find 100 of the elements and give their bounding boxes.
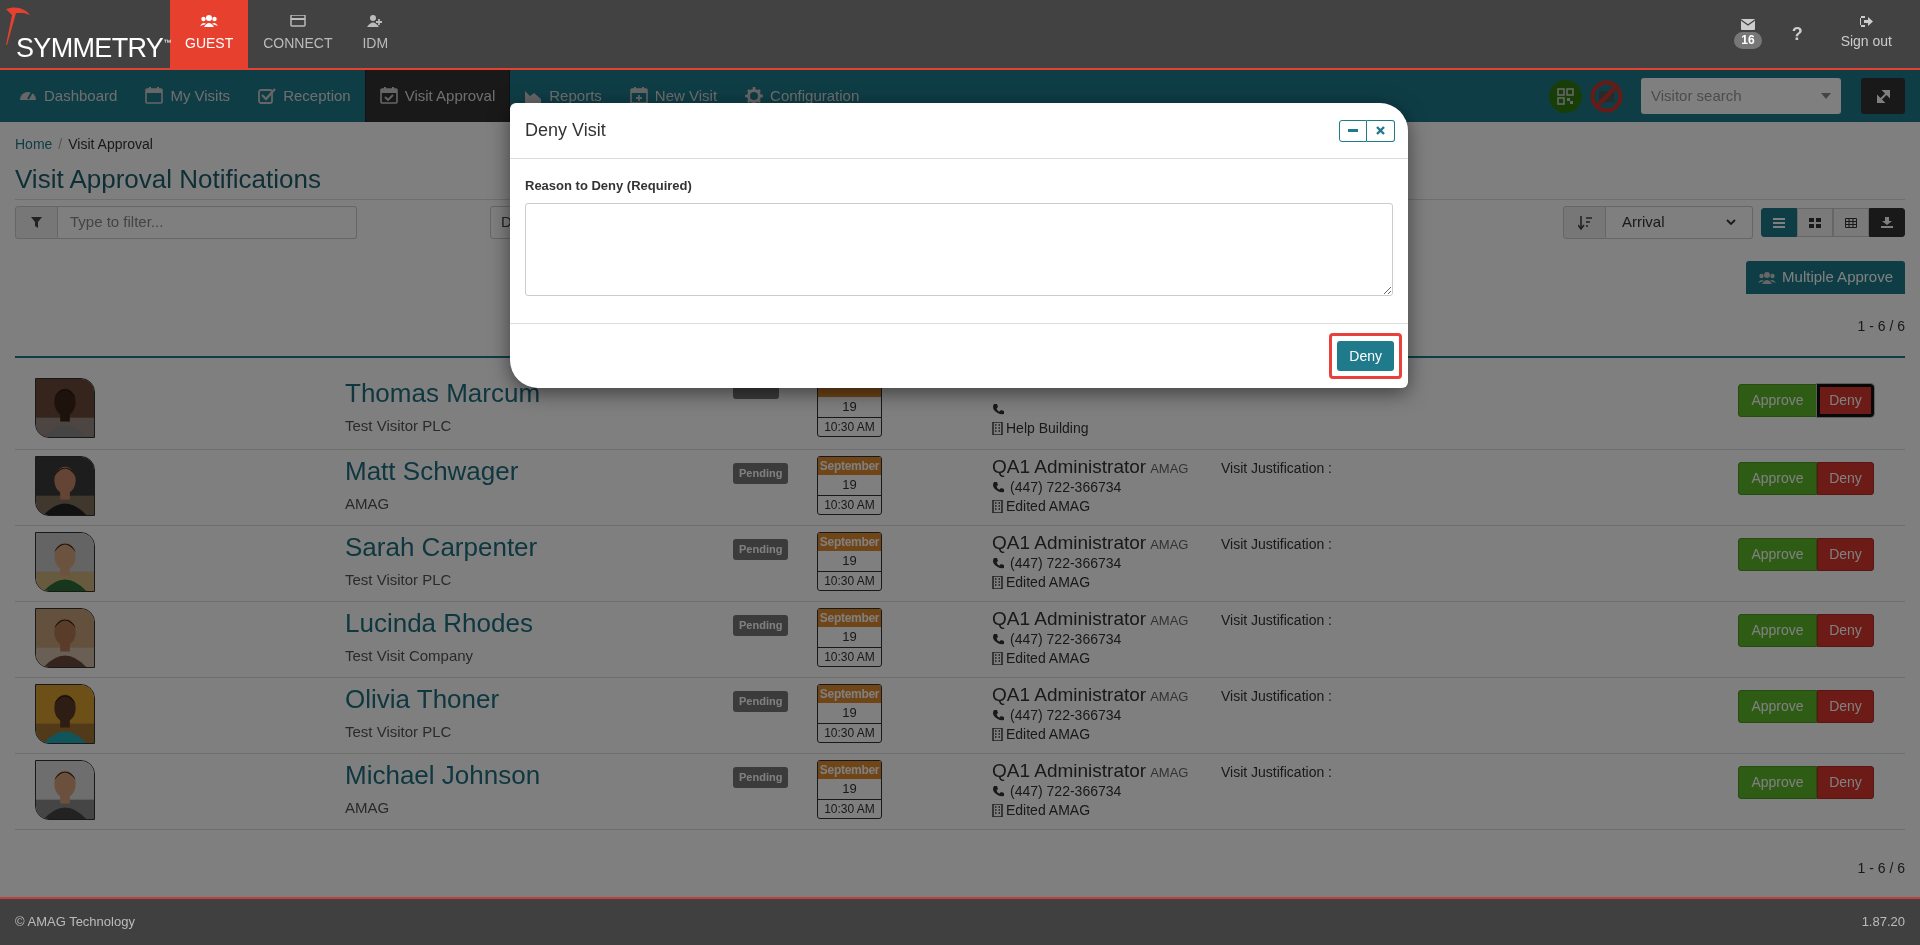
company-name: AMAG bbox=[345, 494, 390, 514]
copyright-text: © AMAG Technology bbox=[15, 913, 135, 932]
approve-button[interactable]: Approve bbox=[1738, 462, 1817, 495]
version-text: 1.87.20 bbox=[1861, 913, 1905, 932]
user-plus-icon bbox=[366, 14, 385, 27]
location-text: Edited AMAG bbox=[1006, 573, 1091, 592]
app-tab[interactable]: GUEST bbox=[170, 0, 249, 68]
host-company: AMAG bbox=[1150, 536, 1189, 554]
grid-icon bbox=[1809, 217, 1821, 228]
app-tab[interactable]: CONNECT bbox=[248, 0, 348, 68]
dialog-title: Deny Visit bbox=[525, 119, 606, 142]
location-text: Edited AMAG bbox=[1006, 725, 1091, 744]
calendar-icon bbox=[145, 87, 164, 105]
deny-button[interactable]: Deny bbox=[1817, 462, 1874, 495]
card-icon bbox=[288, 14, 307, 27]
justification-label: Visit Justification : bbox=[1221, 460, 1332, 476]
minimize-button[interactable] bbox=[1339, 119, 1367, 142]
deny-button[interactable]: Deny bbox=[1817, 614, 1874, 647]
deny-button[interactable]: Deny bbox=[1817, 766, 1874, 799]
date-badge: September 19 10:30 AM bbox=[817, 608, 882, 667]
sort-icon bbox=[1577, 215, 1592, 230]
host-name: QA1 Administrator bbox=[992, 532, 1147, 554]
host-name: QA1 Administrator bbox=[992, 608, 1147, 630]
company-name: Test Visitor PLC bbox=[345, 722, 452, 742]
visitor-name[interactable]: Matt Schwager bbox=[345, 456, 519, 486]
expand-button[interactable] bbox=[1861, 78, 1905, 114]
building-icon bbox=[992, 728, 1003, 741]
qr-code-icon bbox=[1557, 87, 1574, 105]
table-icon bbox=[1845, 217, 1857, 228]
approve-button[interactable]: Approve bbox=[1738, 384, 1817, 417]
help-link[interactable]: ? bbox=[1783, 20, 1811, 48]
date-badge: September 19 10:30 AM bbox=[817, 456, 882, 515]
checkbox-icon bbox=[258, 87, 277, 105]
logo-text: SYMMETRY bbox=[16, 35, 164, 62]
nav-tab[interactable]: Reception bbox=[244, 70, 365, 122]
reason-field[interactable] bbox=[525, 202, 1393, 296]
filter-icon bbox=[31, 217, 42, 228]
visitor-name[interactable]: Olivia Thoner bbox=[345, 684, 500, 714]
chevron-down-icon bbox=[1726, 219, 1736, 226]
location-text: Edited AMAG bbox=[1006, 649, 1091, 668]
location-text: Edited AMAG bbox=[1006, 497, 1091, 516]
breadcrumb-current: Visit Approval bbox=[68, 135, 153, 154]
justification-label: Visit Justification : bbox=[1221, 536, 1332, 552]
deny-button[interactable]: Deny bbox=[1817, 538, 1874, 571]
approve-button[interactable]: Approve bbox=[1738, 766, 1817, 799]
host-name: QA1 Administrator bbox=[992, 456, 1147, 478]
caret-down-icon bbox=[1821, 93, 1831, 99]
host-company: AMAG bbox=[1150, 460, 1189, 478]
app-tab[interactable]: IDM bbox=[347, 0, 404, 68]
sign-out-link[interactable]: Sign out bbox=[1840, 31, 1892, 52]
approve-button[interactable]: Approve bbox=[1738, 690, 1817, 723]
visitor-name[interactable]: Lucinda Rhodes bbox=[345, 608, 533, 638]
sort-order-button[interactable] bbox=[1563, 206, 1606, 239]
deny-button[interactable]: Deny bbox=[1817, 384, 1874, 417]
justification-label: Visit Justification : bbox=[1221, 688, 1332, 704]
expand-icon bbox=[1876, 89, 1890, 103]
host-company: AMAG bbox=[1150, 688, 1189, 706]
visitor-name[interactable]: Thomas Marcum bbox=[345, 378, 541, 408]
company-name: Test Visitor PLC bbox=[345, 416, 452, 436]
close-icon bbox=[1376, 126, 1385, 135]
sign-out-icon[interactable] bbox=[1859, 16, 1873, 27]
phone-number: (447) 722-366734 bbox=[1010, 706, 1122, 725]
location-text: Edited AMAG bbox=[1006, 801, 1091, 820]
host-name: QA1 Administrator bbox=[992, 684, 1147, 706]
status-badge: Pending bbox=[733, 767, 789, 788]
status-badge: Pending bbox=[733, 463, 789, 484]
nav-tab[interactable]: New Visit bbox=[615, 70, 732, 122]
sort-select[interactable]: Arrival bbox=[1606, 206, 1753, 239]
nav-tab[interactable]: Dashboard bbox=[5, 70, 132, 122]
list-icon bbox=[1773, 217, 1785, 228]
mail-icon[interactable] bbox=[1740, 19, 1755, 30]
approve-button[interactable]: Approve bbox=[1738, 538, 1817, 571]
date-badge: September 19 10:30 AM bbox=[817, 684, 882, 743]
approve-button[interactable]: Approve bbox=[1738, 614, 1817, 647]
company-name: AMAG bbox=[345, 798, 390, 818]
deny-button[interactable]: Deny bbox=[1337, 341, 1394, 371]
phone-icon bbox=[992, 634, 1004, 645]
phone-icon bbox=[992, 482, 1004, 493]
visitor-name[interactable]: Sarah Carpenter bbox=[345, 532, 538, 562]
nav-tab[interactable]: Configuration bbox=[731, 70, 874, 122]
status-badge: Pending bbox=[733, 615, 789, 636]
multiple-approve-button[interactable]: Multiple Approve bbox=[1746, 261, 1905, 294]
calendar-check-icon bbox=[379, 87, 398, 105]
justification-label: Visit Justification : bbox=[1221, 764, 1332, 780]
breadcrumb-link[interactable]: Home bbox=[15, 134, 53, 155]
filter-field[interactable]: Type to filter... bbox=[58, 206, 357, 239]
nav-tab[interactable]: Visit Approval bbox=[364, 70, 511, 122]
visitor-name[interactable]: Michael Johnson bbox=[345, 760, 541, 790]
building-icon bbox=[992, 422, 1003, 435]
justification-label: Visit Justification : bbox=[1221, 612, 1332, 628]
close-button[interactable] bbox=[1367, 119, 1395, 142]
download-button[interactable] bbox=[1869, 208, 1905, 237]
date-badge: September 19 10:30 AM bbox=[817, 532, 882, 591]
location-text: Help Building bbox=[1006, 419, 1089, 438]
phone-number: (447) 722-366734 bbox=[1010, 478, 1122, 497]
view-mode-button[interactable] bbox=[1761, 208, 1797, 237]
deny-button[interactable]: Deny bbox=[1817, 690, 1874, 723]
building-icon bbox=[992, 804, 1003, 817]
building-icon bbox=[992, 500, 1003, 513]
nav-tab[interactable]: My Visits bbox=[131, 70, 245, 122]
